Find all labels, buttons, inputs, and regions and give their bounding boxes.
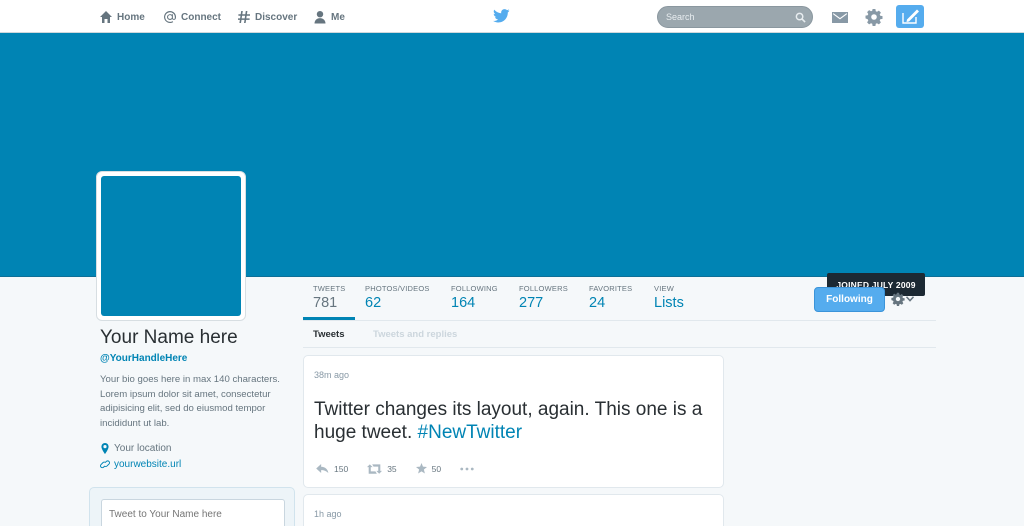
stat-favorites-value: 24 bbox=[589, 295, 606, 311]
search-icon[interactable] bbox=[795, 12, 806, 23]
person-icon bbox=[314, 11, 326, 24]
search-box[interactable] bbox=[657, 6, 813, 28]
tweet-text: Twitter changes its layout, again. This … bbox=[314, 398, 704, 444]
stat-following[interactable]: FOLLOWING 164 bbox=[451, 284, 498, 311]
stat-tweets-value: 781 bbox=[313, 295, 338, 311]
favorite-count: 50 bbox=[431, 463, 442, 474]
compose-tweet-button[interactable] bbox=[896, 5, 924, 28]
avatar-image bbox=[101, 176, 241, 316]
stat-photos-videos[interactable]: PHOTOS/VIDEOS 62 bbox=[365, 284, 430, 311]
reply-action[interactable]: 150 bbox=[316, 464, 348, 474]
location-pin-icon bbox=[101, 443, 109, 454]
link-icon bbox=[100, 460, 110, 469]
stat-followers-value: 277 bbox=[519, 295, 544, 311]
timeline-tabs: Tweets Tweets and replies bbox=[303, 320, 936, 348]
tweet-timestamp[interactable]: 38m ago bbox=[314, 370, 349, 380]
stat-followers-label: FOLLOWERS bbox=[519, 284, 568, 293]
search-input[interactable] bbox=[666, 10, 791, 24]
stat-following-label: FOLLOWING bbox=[451, 284, 498, 293]
nav-me-label: Me bbox=[331, 11, 345, 23]
tweet-card[interactable]: 1h ago bbox=[303, 494, 724, 526]
stat-tweets[interactable]: TWEETS 781 bbox=[313, 284, 345, 311]
retweet-icon bbox=[367, 463, 383, 474]
stat-followers[interactable]: FOLLOWERS 277 bbox=[519, 284, 568, 311]
tweet-timestamp[interactable]: 1h ago bbox=[314, 509, 342, 519]
retweet-action[interactable]: 35 bbox=[367, 463, 397, 474]
twitter-bird-icon[interactable] bbox=[493, 9, 510, 23]
nav-home[interactable]: Home bbox=[99, 8, 145, 26]
hashtag-icon bbox=[238, 11, 250, 23]
star-icon bbox=[415, 463, 427, 474]
stat-lists[interactable]: VIEW Lists bbox=[654, 284, 684, 311]
profile-location-text: Your location bbox=[114, 443, 172, 454]
top-nav-bar: Home Connect Discover Me bbox=[0, 0, 1024, 33]
more-action[interactable] bbox=[460, 467, 474, 471]
stat-photos-label: PHOTOS/VIDEOS bbox=[365, 284, 430, 293]
stat-favorites[interactable]: FAVORITES 24 bbox=[589, 284, 632, 311]
favorite-action[interactable]: 50 bbox=[415, 463, 442, 474]
tab-tweets[interactable]: Tweets bbox=[313, 329, 345, 340]
tweet-to-input[interactable] bbox=[101, 499, 285, 526]
stat-lists-value: Lists bbox=[654, 295, 684, 311]
compose-icon bbox=[902, 9, 919, 24]
home-icon bbox=[100, 11, 112, 23]
nav-discover-label: Discover bbox=[255, 11, 298, 23]
profile-bio: Your bio goes here in max 140 characters… bbox=[100, 374, 280, 429]
tweet-card[interactable]: 38m ago Twitter changes its layout, agai… bbox=[303, 355, 724, 488]
stat-favorites-label: FAVORITES bbox=[589, 284, 633, 293]
profile-name: Your Name here bbox=[100, 327, 238, 348]
tweet-hashtag[interactable]: #NewTwitter bbox=[418, 422, 523, 443]
more-dots-icon bbox=[460, 467, 474, 470]
nav-connect[interactable]: Connect bbox=[163, 8, 221, 26]
chevron-down-icon bbox=[906, 296, 914, 302]
reply-icon bbox=[316, 464, 329, 473]
gear-icon[interactable] bbox=[865, 8, 883, 26]
reply-count: 150 bbox=[334, 463, 349, 474]
profile-website-link[interactable]: yourwebsite.url bbox=[114, 459, 181, 470]
stat-photos-value: 62 bbox=[365, 295, 382, 311]
stat-following-value: 164 bbox=[451, 295, 476, 311]
profile-handle[interactable]: @YourHandleHere bbox=[100, 353, 187, 364]
gear-icon bbox=[891, 292, 905, 306]
at-sign-icon bbox=[164, 11, 176, 23]
stat-lists-label: VIEW bbox=[654, 284, 674, 293]
tweet-to-box bbox=[89, 487, 295, 526]
tweet-actions: 150 35 50 bbox=[316, 463, 474, 474]
nav-connect-label: Connect bbox=[181, 11, 221, 23]
profile-actions-menu[interactable] bbox=[891, 292, 914, 306]
stat-tweets-label: TWEETS bbox=[313, 284, 346, 293]
following-button[interactable]: Following bbox=[814, 287, 885, 312]
profile-location: Your location bbox=[100, 443, 171, 454]
nav-discover[interactable]: Discover bbox=[237, 8, 297, 26]
profile-avatar[interactable] bbox=[96, 171, 246, 321]
nav-home-label: Home bbox=[117, 11, 145, 23]
retweet-count: 35 bbox=[387, 463, 397, 474]
nav-me[interactable]: Me bbox=[313, 8, 345, 26]
profile-website[interactable]: yourwebsite.url bbox=[100, 459, 181, 470]
envelope-icon[interactable] bbox=[831, 8, 849, 26]
tab-tweets-and-replies[interactable]: Tweets and replies bbox=[373, 329, 457, 340]
